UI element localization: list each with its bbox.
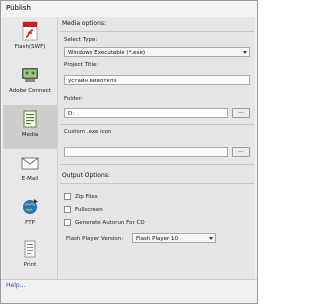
- flash-swf-icon: [19, 21, 41, 41]
- sidebar-item-ftp[interactable]: FTP: [3, 193, 57, 237]
- folder-input[interactable]: D:: [64, 108, 228, 118]
- folder-browse-button[interactable]: ...: [232, 108, 250, 118]
- publish-dialog: Publish Flash(SWF) Adobe Connect Media E…: [0, 0, 258, 304]
- sidebar: Flash(SWF) Adobe Connect Media E-Mail FT…: [3, 17, 57, 279]
- flash-player-version-label: Flash Player Version:: [66, 236, 124, 242]
- zip-files-label: Zip Files: [75, 193, 98, 200]
- sidebar-item-flash-swf[interactable]: Flash(SWF): [3, 17, 57, 61]
- media-options-heading: Media options:: [62, 20, 107, 27]
- ftp-icon: [19, 197, 41, 217]
- title-bar: Publish: [1, 1, 257, 17]
- fullscreen-option[interactable]: Fullscreen: [64, 205, 103, 214]
- dialog-footer: Help...: [1, 279, 257, 303]
- chevron-down-icon: [209, 237, 213, 240]
- flash-player-version-value: Flash Player 10: [136, 236, 179, 242]
- sidebar-item-email[interactable]: E-Mail: [3, 149, 57, 193]
- custom-icon-browse-button[interactable]: ...: [232, 147, 250, 157]
- sidebar-item-label: Media: [21, 132, 39, 138]
- sidebar-item-label: Print: [23, 262, 37, 268]
- sidebar-item-label: FTP: [25, 220, 35, 226]
- sidebar-item-label: Adobe Connect: [9, 88, 51, 94]
- custom-icon-label: Custom .exe icon: [64, 129, 112, 135]
- fullscreen-label: Fullscreen: [75, 206, 103, 213]
- zip-files-option[interactable]: Zip Files: [64, 192, 98, 201]
- sidebar-item-label: Flash(SWF): [14, 44, 46, 50]
- chevron-down-icon: [243, 51, 247, 54]
- flash-player-version-dropdown[interactable]: Flash Player 10: [132, 233, 216, 243]
- folder-label: Folder:: [64, 96, 83, 102]
- autorun-checkbox[interactable]: [64, 219, 71, 226]
- zip-files-checkbox[interactable]: [64, 193, 71, 200]
- select-type-label: Select Type:: [64, 37, 98, 43]
- email-icon: [19, 153, 41, 173]
- sidebar-item-print[interactable]: Print: [3, 235, 57, 279]
- fullscreen-checkbox[interactable]: [64, 206, 71, 213]
- project-title-label: Project Title:: [64, 62, 99, 68]
- adobe-connect-icon: [19, 65, 41, 85]
- custom-icon-input[interactable]: [64, 147, 228, 157]
- help-link[interactable]: Help...: [6, 282, 25, 289]
- sidebar-item-adobe-connect[interactable]: Adobe Connect: [3, 61, 57, 105]
- print-icon: [19, 239, 41, 259]
- divider: [60, 31, 254, 32]
- divider: [60, 164, 254, 165]
- autorun-option[interactable]: Generate Autorun For CD: [64, 218, 145, 227]
- window-title: Publish: [6, 4, 31, 12]
- project-title-input[interactable]: устайн вивоткпз: [64, 75, 250, 85]
- output-options-heading: Output Options:: [62, 172, 110, 179]
- divider: [60, 124, 254, 125]
- autorun-label: Generate Autorun For CD: [75, 219, 145, 226]
- sidebar-item-label: E-Mail: [21, 176, 39, 182]
- select-type-dropdown[interactable]: Windows Executable (*.exe): [64, 47, 250, 57]
- media-options-panel: Media options: Select Type: Windows Exec…: [57, 17, 255, 279]
- select-type-value: Windows Executable (*.exe): [68, 50, 145, 56]
- divider: [60, 183, 254, 184]
- media-icon: [19, 109, 41, 129]
- sidebar-item-media[interactable]: Media: [3, 105, 57, 149]
